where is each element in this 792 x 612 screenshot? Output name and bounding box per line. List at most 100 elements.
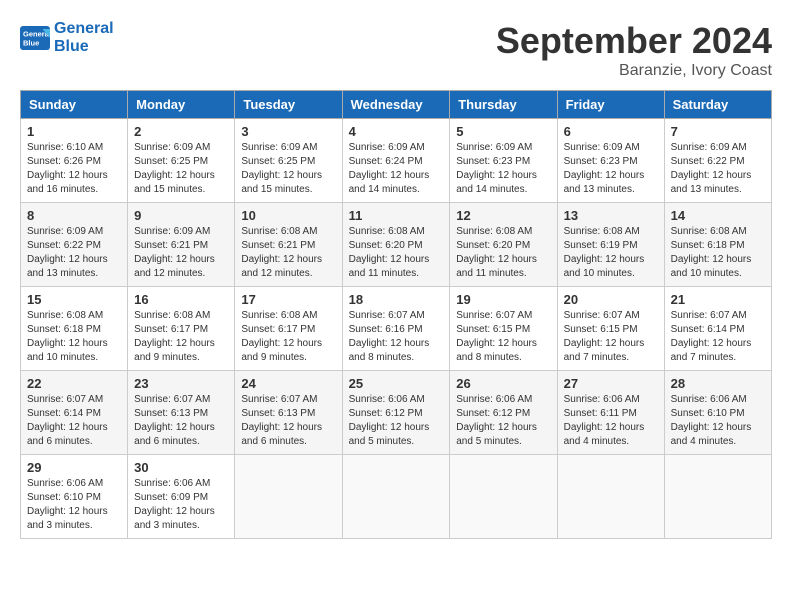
page-header: General Blue General Blue September 2024… [20, 20, 772, 80]
table-row: 21Sunrise: 6:07 AM Sunset: 6:14 PM Dayli… [664, 287, 771, 371]
day-number: 11 [349, 208, 444, 223]
table-row: 11 Sunrise: 6:08 AM Sunset: 6:20 PM Dayli… [342, 203, 450, 287]
table-row: 8 Sunrise: 6:09 AM Sunset: 6:22 PM Daylig… [21, 203, 128, 287]
day-info: Sunrise: 6:08 AM Sunset: 6:17 PM Dayligh… [134, 309, 228, 365]
table-row: 20 Sunrise: 6:07 AM Sunset: 6:15 PM Dayli… [557, 287, 664, 371]
col-tuesday: Tuesday [235, 91, 342, 119]
title-area: September 2024 Baranzie, Ivory Coast [496, 20, 772, 80]
table-row: 5 Sunrise: 6:09 AM Sunset: 6:23 PM Daylig… [450, 119, 557, 203]
col-sunday: Sunday [21, 91, 128, 119]
day-info: Sunrise: 6:09 AM Sunset: 6:25 PM Dayligh… [241, 141, 335, 197]
day-number: 4 [349, 124, 444, 139]
day-number: 20 [564, 292, 658, 307]
logo: General Blue General Blue [20, 20, 114, 55]
calendar-week-row: 22 Sunrise: 6:07 AM Sunset: 6:14 PM Dayli… [21, 371, 772, 455]
day-info: Sunrise: 6:06 AM Sunset: 6:12 PM Dayligh… [349, 393, 444, 449]
table-row: 1Sunrise: 6:10 AM Sunset: 6:26 PM Daylig… [21, 119, 128, 203]
calendar-week-row: 15 Sunrise: 6:08 AM Sunset: 6:18 PM Dayli… [21, 287, 772, 371]
col-friday: Friday [557, 91, 664, 119]
day-info: Sunrise: 6:08 AM Sunset: 6:20 PM Dayligh… [349, 225, 444, 281]
table-row: 2 Sunrise: 6:09 AM Sunset: 6:25 PM Daylig… [128, 119, 235, 203]
day-info: Sunrise: 6:06 AM Sunset: 6:11 PM Dayligh… [564, 393, 658, 449]
table-row: 24 Sunrise: 6:07 AM Sunset: 6:13 PM Dayli… [235, 371, 342, 455]
table-row: 29 Sunrise: 6:06 AM Sunset: 6:10 PM Dayli… [21, 455, 128, 539]
table-row: 10 Sunrise: 6:08 AM Sunset: 6:21 PM Dayli… [235, 203, 342, 287]
day-info: Sunrise: 6:07 AM Sunset: 6:14 PM Dayligh… [27, 393, 121, 449]
table-row [557, 455, 664, 539]
day-number: 10 [241, 208, 335, 223]
day-info: Sunrise: 6:07 AM Sunset: 6:15 PM Dayligh… [564, 309, 658, 365]
logo-icon: General Blue [20, 26, 50, 50]
logo-text: General Blue [54, 20, 114, 55]
table-row [235, 455, 342, 539]
day-number: 18 [349, 292, 444, 307]
day-info: Sunrise: 6:08 AM Sunset: 6:21 PM Dayligh… [241, 225, 335, 281]
day-number: 19 [456, 292, 550, 307]
day-number: 5 [456, 124, 550, 139]
day-info: Sunrise: 6:09 AM Sunset: 6:22 PM Dayligh… [671, 141, 765, 197]
day-info: Sunrise: 6:06 AM Sunset: 6:12 PM Dayligh… [456, 393, 550, 449]
day-info: Sunrise: 6:10 AM Sunset: 6:26 PM Dayligh… [27, 141, 121, 197]
location-subtitle: Baranzie, Ivory Coast [496, 62, 772, 80]
day-number: 15 [27, 292, 121, 307]
table-row: 22 Sunrise: 6:07 AM Sunset: 6:14 PM Dayli… [21, 371, 128, 455]
day-number: 17 [241, 292, 335, 307]
day-number: 13 [564, 208, 658, 223]
day-number: 22 [27, 376, 121, 391]
calendar-table: Sunday Monday Tuesday Wednesday Thursday… [20, 90, 772, 539]
day-number: 16 [134, 292, 228, 307]
day-info: Sunrise: 6:09 AM Sunset: 6:25 PM Dayligh… [134, 141, 228, 197]
table-row: 14Sunrise: 6:08 AM Sunset: 6:18 PM Dayli… [664, 203, 771, 287]
day-info: Sunrise: 6:07 AM Sunset: 6:15 PM Dayligh… [456, 309, 550, 365]
table-row: 17 Sunrise: 6:08 AM Sunset: 6:17 PM Dayli… [235, 287, 342, 371]
calendar-week-row: 29 Sunrise: 6:06 AM Sunset: 6:10 PM Dayli… [21, 455, 772, 539]
day-number: 8 [27, 208, 121, 223]
table-row: 28Sunrise: 6:06 AM Sunset: 6:10 PM Dayli… [664, 371, 771, 455]
day-number: 27 [564, 376, 658, 391]
calendar-week-row: 1Sunrise: 6:10 AM Sunset: 6:26 PM Daylig… [21, 119, 772, 203]
table-row: 16 Sunrise: 6:08 AM Sunset: 6:17 PM Dayli… [128, 287, 235, 371]
day-number: 12 [456, 208, 550, 223]
calendar-week-row: 8 Sunrise: 6:09 AM Sunset: 6:22 PM Daylig… [21, 203, 772, 287]
day-number: 23 [134, 376, 228, 391]
day-info: Sunrise: 6:09 AM Sunset: 6:24 PM Dayligh… [349, 141, 444, 197]
day-info: Sunrise: 6:06 AM Sunset: 6:10 PM Dayligh… [27, 477, 121, 533]
day-number: 9 [134, 208, 228, 223]
day-number: 24 [241, 376, 335, 391]
day-number: 2 [134, 124, 228, 139]
table-row [450, 455, 557, 539]
day-info: Sunrise: 6:09 AM Sunset: 6:23 PM Dayligh… [456, 141, 550, 197]
day-number: 14 [671, 208, 765, 223]
col-monday: Monday [128, 91, 235, 119]
table-row: 27 Sunrise: 6:06 AM Sunset: 6:11 PM Dayli… [557, 371, 664, 455]
day-info: Sunrise: 6:06 AM Sunset: 6:09 PM Dayligh… [134, 477, 228, 533]
col-thursday: Thursday [450, 91, 557, 119]
table-row: 13Sunrise: 6:08 AM Sunset: 6:19 PM Dayli… [557, 203, 664, 287]
table-row: 15 Sunrise: 6:08 AM Sunset: 6:18 PM Dayli… [21, 287, 128, 371]
day-info: Sunrise: 6:08 AM Sunset: 6:18 PM Dayligh… [27, 309, 121, 365]
table-row: 3Sunrise: 6:09 AM Sunset: 6:25 PM Daylig… [235, 119, 342, 203]
table-row [664, 455, 771, 539]
day-info: Sunrise: 6:07 AM Sunset: 6:14 PM Dayligh… [671, 309, 765, 365]
day-info: Sunrise: 6:07 AM Sunset: 6:13 PM Dayligh… [241, 393, 335, 449]
table-row [342, 455, 450, 539]
day-info: Sunrise: 6:09 AM Sunset: 6:21 PM Dayligh… [134, 225, 228, 281]
day-number: 25 [349, 376, 444, 391]
day-info: Sunrise: 6:08 AM Sunset: 6:17 PM Dayligh… [241, 309, 335, 365]
table-row: 19 Sunrise: 6:07 AM Sunset: 6:15 PM Dayli… [450, 287, 557, 371]
day-number: 7 [671, 124, 765, 139]
table-row: 30 Sunrise: 6:06 AM Sunset: 6:09 PM Dayli… [128, 455, 235, 539]
table-row: 4 Sunrise: 6:09 AM Sunset: 6:24 PM Daylig… [342, 119, 450, 203]
table-row: 23Sunrise: 6:07 AM Sunset: 6:13 PM Dayli… [128, 371, 235, 455]
day-number: 29 [27, 460, 121, 475]
table-row: 12Sunrise: 6:08 AM Sunset: 6:20 PM Dayli… [450, 203, 557, 287]
month-title: September 2024 [496, 20, 772, 62]
day-number: 26 [456, 376, 550, 391]
table-row: 26 Sunrise: 6:06 AM Sunset: 6:12 PM Dayli… [450, 371, 557, 455]
table-row: 9 Sunrise: 6:09 AM Sunset: 6:21 PM Daylig… [128, 203, 235, 287]
day-number: 30 [134, 460, 228, 475]
col-wednesday: Wednesday [342, 91, 450, 119]
svg-text:Blue: Blue [23, 38, 39, 47]
table-row: 25 Sunrise: 6:06 AM Sunset: 6:12 PM Dayli… [342, 371, 450, 455]
day-info: Sunrise: 6:09 AM Sunset: 6:22 PM Dayligh… [27, 225, 121, 281]
